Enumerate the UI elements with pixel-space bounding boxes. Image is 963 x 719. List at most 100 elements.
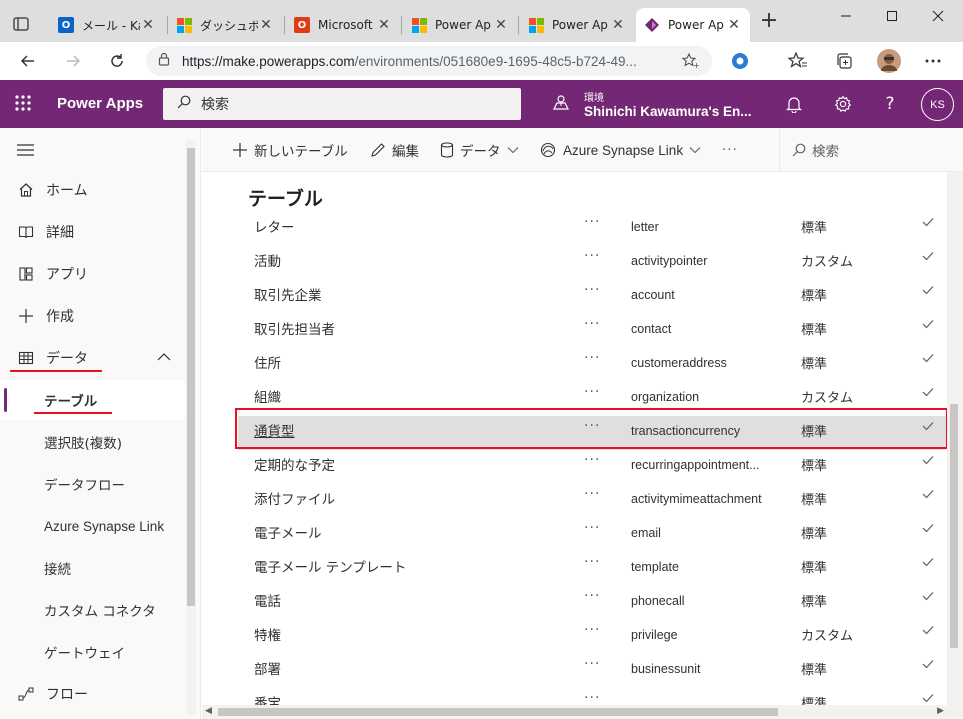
notifications-icon[interactable] bbox=[782, 92, 806, 116]
row-more-button[interactable]: ··· bbox=[584, 282, 600, 298]
row-more-button[interactable]: ··· bbox=[584, 554, 600, 570]
nav-subitem-custom-connectors[interactable]: カスタム コネクタ bbox=[0, 590, 185, 630]
table-display-name[interactable]: レター bbox=[254, 216, 295, 236]
nav-subitem-choices[interactable]: 選択肢(複数) bbox=[0, 422, 185, 462]
profile-avatar-icon[interactable] bbox=[876, 48, 902, 74]
row-more-button[interactable]: ··· bbox=[584, 316, 600, 332]
nav-subitem-connections[interactable]: 接続 bbox=[0, 548, 185, 588]
table-row[interactable]: 添付ファイル ··· activitymimeattachment 標準 bbox=[238, 486, 946, 522]
nav-item-apps[interactable]: アプリ bbox=[0, 254, 185, 294]
table-display-name[interactable]: 取引先企業 bbox=[254, 284, 322, 304]
chevron-up-icon[interactable] bbox=[157, 350, 171, 366]
table-display-name[interactable]: 添付ファイル bbox=[254, 488, 335, 508]
browser-extension-icon[interactable] bbox=[729, 50, 751, 72]
row-more-button[interactable]: ··· bbox=[584, 384, 600, 400]
nav-item-flows[interactable]: フロー bbox=[0, 674, 185, 714]
table-row[interactable]: 定期的な予定 ··· recurringappointment... 標準 bbox=[238, 452, 946, 488]
new-table-button[interactable]: 新しいテーブル bbox=[232, 128, 348, 172]
close-tab-icon[interactable]: ✕ bbox=[376, 17, 392, 33]
row-more-button[interactable]: ··· bbox=[584, 350, 600, 366]
row-more-button[interactable]: ··· bbox=[584, 588, 600, 604]
scroll-left-arrow-icon[interactable]: ◀ bbox=[205, 706, 212, 716]
maximize-button[interactable] bbox=[869, 0, 915, 32]
table-display-name[interactable]: 活動 bbox=[254, 250, 281, 270]
app-title[interactable]: Power Apps bbox=[57, 95, 143, 112]
table-display-name[interactable]: 通貨型 bbox=[254, 420, 295, 440]
row-more-button[interactable]: ··· bbox=[584, 248, 600, 264]
minimize-button[interactable] bbox=[823, 0, 869, 32]
header-search-box[interactable]: 検索 bbox=[163, 88, 521, 120]
main-vertical-scrollbar[interactable] bbox=[947, 172, 963, 705]
close-tab-icon[interactable]: ✕ bbox=[726, 17, 742, 33]
table-display-name[interactable]: 取引先担当者 bbox=[254, 318, 335, 338]
close-tab-icon[interactable]: ✕ bbox=[493, 17, 509, 33]
nav-subitem-dataflows[interactable]: データフロー bbox=[0, 464, 185, 504]
row-more-button[interactable]: ··· bbox=[584, 452, 600, 468]
browser-tab-power-apps-active[interactable]: Power Ap ✕ bbox=[636, 8, 750, 42]
browser-tab-microsoft[interactable]: O Microsoft ✕ bbox=[286, 8, 400, 42]
table-display-name[interactable]: 電子メール テンプレート bbox=[254, 556, 406, 576]
row-more-button[interactable]: ··· bbox=[584, 622, 600, 638]
browser-tab-mail[interactable]: O メール - Ka ✕ bbox=[50, 8, 164, 42]
table-search-box[interactable]: 検索 bbox=[792, 128, 839, 172]
table-row[interactable]: 部署 ··· businessunit 標準 bbox=[238, 656, 946, 692]
table-display-name[interactable]: 電子メール bbox=[254, 522, 322, 542]
table-row[interactable]: 特権 ··· privilege カスタム bbox=[238, 622, 946, 658]
table-display-name[interactable]: 組織 bbox=[254, 386, 281, 406]
nav-subitem-azure-synapse[interactable]: Azure Synapse Link bbox=[0, 506, 185, 546]
table-display-name[interactable]: 部署 bbox=[254, 658, 281, 678]
table-display-name[interactable]: 特権 bbox=[254, 624, 281, 644]
nav-item-data[interactable]: データ bbox=[0, 338, 185, 378]
table-display-name[interactable]: 電話 bbox=[254, 590, 281, 610]
table-row[interactable]: 電話 ··· phonecall 標準 bbox=[238, 588, 946, 624]
add-favorite-icon[interactable]: + bbox=[681, 52, 700, 73]
table-row[interactable]: 取引先企業 ··· account 標準 bbox=[238, 282, 946, 318]
browser-tab-power-apps-1[interactable]: Power Ap ✕ bbox=[403, 8, 517, 42]
close-tab-icon[interactable]: ✕ bbox=[610, 17, 626, 33]
nav-subitem-gateways[interactable]: ゲートウェイ bbox=[0, 632, 185, 672]
back-button[interactable] bbox=[14, 47, 42, 75]
row-more-button[interactable]: ··· bbox=[584, 214, 600, 230]
new-tab-button[interactable]: + bbox=[757, 10, 781, 34]
help-icon[interactable]: ? bbox=[878, 92, 902, 116]
vertical-scrollbar-thumb[interactable] bbox=[950, 404, 958, 648]
table-row[interactable]: 取引先担当者 ··· contact 標準 bbox=[238, 316, 946, 352]
row-more-button[interactable]: ··· bbox=[584, 520, 600, 536]
nav-subitem-tables[interactable]: テーブル bbox=[0, 380, 185, 420]
table-display-name[interactable]: 定期的な予定 bbox=[254, 454, 335, 474]
refresh-button[interactable] bbox=[103, 47, 131, 75]
hamburger-menu-icon[interactable] bbox=[17, 143, 35, 161]
forward-button[interactable] bbox=[59, 47, 87, 75]
address-bar[interactable]: https://make.powerapps.com/environments/… bbox=[146, 46, 712, 76]
table-row[interactable]: 電子メール ··· email 標準 bbox=[238, 520, 946, 556]
settings-gear-icon[interactable] bbox=[831, 92, 855, 116]
table-display-name[interactable]: 番宝 bbox=[254, 692, 281, 705]
table-row[interactable]: 番宝 ··· 標準 bbox=[238, 690, 946, 705]
table-row[interactable]: 活動 ··· activitypointer カスタム bbox=[238, 248, 946, 284]
nav-item-learn[interactable]: 詳細 bbox=[0, 212, 185, 252]
row-more-button[interactable]: ··· bbox=[584, 418, 600, 434]
main-horizontal-scrollbar[interactable]: ◀ ▶ bbox=[202, 705, 947, 719]
table-row[interactable]: 組織 ··· organization カスタム bbox=[238, 384, 946, 420]
nav-item-create[interactable]: 作成 bbox=[0, 296, 185, 336]
edit-button[interactable]: 編集 bbox=[370, 128, 419, 172]
app-launcher-icon[interactable] bbox=[14, 94, 34, 114]
close-tab-icon[interactable]: ✕ bbox=[258, 17, 274, 33]
nav-scrollbar[interactable] bbox=[186, 140, 196, 715]
row-more-button[interactable]: ··· bbox=[584, 656, 600, 672]
browser-tab-dashboard[interactable]: ダッシュボー ✕ bbox=[168, 8, 282, 42]
azure-synapse-link-button[interactable]: Azure Synapse Link bbox=[539, 128, 701, 172]
environment-picker[interactable]: 環境 Shinichi Kawamura's En... bbox=[552, 86, 752, 122]
row-more-button[interactable]: ··· bbox=[584, 486, 600, 502]
favorites-icon[interactable] bbox=[787, 50, 809, 72]
close-tab-icon[interactable]: ✕ bbox=[140, 17, 156, 33]
nav-item-home[interactable]: ホーム bbox=[0, 170, 185, 210]
browser-tab-power-apps-2[interactable]: Power Ap ✕ bbox=[520, 8, 634, 42]
tab-actions-icon[interactable] bbox=[6, 9, 36, 39]
scroll-right-arrow-icon[interactable]: ▶ bbox=[937, 706, 944, 716]
table-row[interactable]: 電子メール テンプレート ··· template 標準 bbox=[238, 554, 946, 590]
close-window-button[interactable] bbox=[915, 0, 961, 32]
nav-scrollbar-thumb[interactable] bbox=[187, 148, 195, 606]
table-display-name[interactable]: 住所 bbox=[254, 352, 281, 372]
row-more-button[interactable]: ··· bbox=[584, 690, 600, 705]
